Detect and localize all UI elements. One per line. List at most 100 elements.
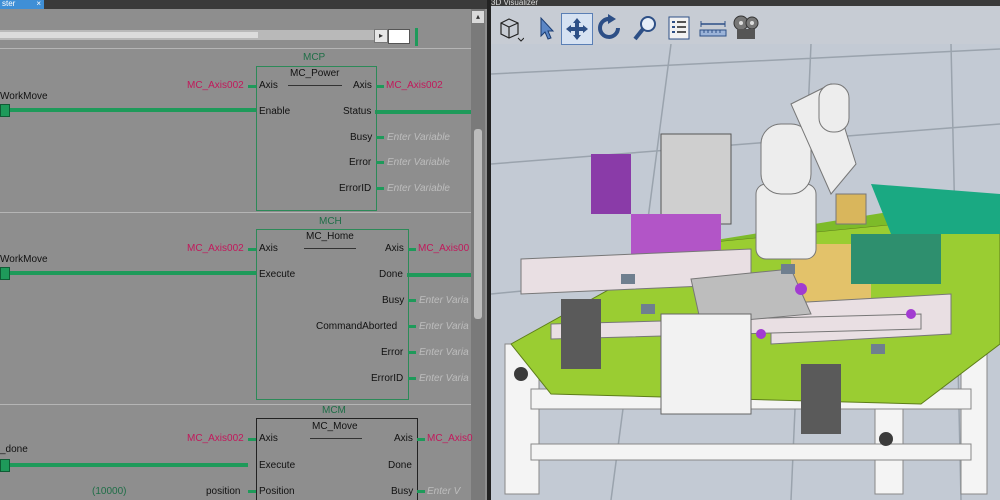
wire — [375, 110, 471, 114]
block-instance-name: MCH — [319, 216, 342, 227]
editor-tab-label: ster — [2, 0, 16, 8]
block-line — [310, 438, 362, 439]
properties-list-icon — [668, 16, 690, 40]
input-variable[interactable]: MC_Axis002 — [187, 80, 244, 91]
pin-label: Busy — [350, 132, 373, 143]
view-cube-button[interactable] — [495, 13, 525, 43]
constant-value: (10000) — [92, 486, 127, 497]
select-button[interactable] — [530, 13, 560, 43]
input-variable[interactable]: MC_Axis002 — [187, 433, 244, 444]
output-variable[interactable]: MC_Axis0 — [427, 433, 473, 444]
contact[interactable] — [0, 267, 10, 280]
pin-stub — [376, 136, 384, 139]
properties-button[interactable] — [664, 13, 694, 43]
block-type: MC_Move — [312, 421, 358, 432]
scroll-up-button[interactable]: ▴ — [472, 11, 484, 23]
wire — [407, 273, 471, 277]
vertical-scrollbar[interactable]: ▴ — [471, 9, 485, 500]
block-type: MC_Power — [290, 68, 340, 79]
film-reel-icon — [733, 15, 759, 39]
block-line — [304, 248, 356, 249]
contact-label: WorkMove — [0, 254, 48, 265]
pin-stub — [417, 438, 425, 441]
ladder-editor-panel: ster × ▸ ▴ WorkMove MCP MC_Power MC_Axis… — [0, 0, 487, 500]
pin-stub — [248, 248, 256, 251]
contact[interactable] — [0, 104, 10, 117]
pin-label: Execute — [259, 460, 296, 471]
power-rail-mark — [415, 28, 418, 46]
pin-label: Axis — [259, 80, 278, 91]
pan-button[interactable] — [561, 13, 593, 45]
media-button[interactable] — [731, 13, 761, 43]
contact-label: _done — [0, 444, 28, 455]
pin-stub — [417, 490, 425, 493]
scrollbar-thumb[interactable] — [0, 32, 258, 38]
pin-label: Error — [349, 157, 372, 168]
select-pointer-icon — [540, 16, 555, 40]
contact-label: WorkMove — [0, 91, 48, 102]
pin-stub — [408, 325, 416, 328]
rotate-button[interactable] — [595, 13, 625, 43]
pin-label: Position — [259, 486, 295, 497]
output-variable[interactable]: Enter V — [427, 486, 460, 497]
output-variable[interactable]: Enter Variable — [387, 183, 450, 194]
machine-model[interactable] — [491, 43, 1000, 500]
rung-separator — [0, 404, 471, 405]
input-box[interactable] — [388, 29, 410, 44]
output-variable[interactable]: MC_Axis00 — [418, 243, 469, 254]
pin-label: Enable — [259, 106, 291, 117]
visualizer-toolbar — [491, 6, 1000, 45]
pin-label: Done — [388, 460, 412, 471]
pin-stub — [376, 85, 384, 88]
pin-stub — [248, 490, 256, 493]
output-variable[interactable]: Enter Varia — [419, 373, 469, 384]
close-icon[interactable]: × — [36, 0, 41, 8]
pin-stub — [408, 377, 416, 380]
zoom-icon — [633, 16, 656, 41]
pin-stub — [408, 248, 416, 251]
output-variable[interactable]: Enter Variable — [387, 132, 450, 143]
pin-label: Busy — [391, 486, 414, 497]
view-cube-icon — [500, 18, 524, 42]
output-variable[interactable]: Enter Variable — [387, 157, 450, 168]
pin-label: Error — [381, 347, 404, 358]
pin-stub — [376, 187, 384, 190]
contact[interactable] — [0, 459, 10, 472]
horizontal-scrollbar[interactable] — [0, 30, 380, 40]
block-type: MC_Home — [306, 231, 354, 242]
pin-stub — [376, 161, 384, 164]
scrollbar-thumb[interactable] — [474, 129, 482, 319]
output-variable[interactable]: Enter Varia — [419, 321, 469, 332]
pin-label: Busy — [382, 295, 405, 306]
pin-label: Axis — [259, 243, 278, 254]
output-variable[interactable]: MC_Axis002 — [386, 80, 443, 91]
pin-label: ErrorID — [339, 183, 372, 194]
output-variable[interactable]: Enter Varia — [419, 347, 469, 358]
input-variable[interactable]: position — [206, 486, 240, 497]
editor-tab[interactable]: ster × — [0, 0, 44, 9]
wire — [10, 271, 256, 275]
visualizer-panel: 3D Visualizer — [491, 0, 1000, 500]
pin-label: CommandAborted — [316, 321, 398, 332]
rotate-icon — [598, 14, 620, 39]
pin-label: Done — [379, 269, 403, 280]
tab-bar: ster × — [0, 0, 487, 9]
pin-label: Axis — [353, 80, 372, 91]
zoom-button[interactable] — [630, 13, 660, 43]
input-variable[interactable]: MC_Axis002 — [187, 243, 244, 254]
pan-icon — [566, 18, 588, 40]
block-line — [288, 85, 342, 86]
pin-label: Execute — [259, 269, 296, 280]
output-variable[interactable]: Enter Varia — [419, 295, 469, 306]
measure-button[interactable] — [698, 13, 728, 43]
pin-label: ErrorID — [371, 373, 404, 384]
scroll-right-button[interactable]: ▸ — [374, 29, 388, 43]
block-instance-name: MCM — [322, 405, 346, 416]
pin-stub — [248, 85, 256, 88]
block-instance-name: MCP — [303, 52, 326, 63]
wire — [10, 108, 256, 112]
3d-viewport[interactable] — [491, 43, 1000, 500]
pin-label: Status — [343, 106, 372, 117]
pin-label: Axis — [385, 243, 404, 254]
rung-separator — [0, 48, 471, 49]
